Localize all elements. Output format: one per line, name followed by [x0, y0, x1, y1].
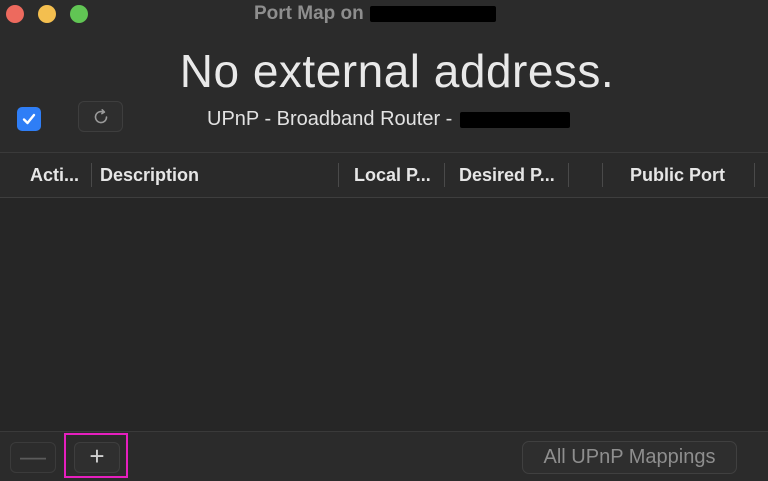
- column-separator[interactable]: [602, 163, 603, 187]
- table-body[interactable]: [0, 198, 768, 432]
- zoom-window-button[interactable]: [70, 5, 88, 23]
- table-header: Acti... Description Local P... Desired P…: [0, 153, 768, 198]
- column-separator[interactable]: [444, 163, 445, 187]
- external-address-heading: No external address.: [179, 45, 615, 97]
- window-title-text: Port Map on: [254, 3, 364, 24]
- remove-mapping-button[interactable]: —: [10, 442, 56, 473]
- redacted-router-name: [460, 111, 571, 128]
- all-upnp-mappings-button[interactable]: All UPnP Mappings: [522, 441, 737, 474]
- add-mapping-button[interactable]: +: [74, 442, 120, 473]
- column-header-description[interactable]: Description: [100, 165, 199, 186]
- refresh-icon: [94, 108, 107, 123]
- close-window-button[interactable]: [6, 5, 24, 23]
- column-separator[interactable]: [338, 163, 339, 187]
- port-mapping-table: Acti... Description Local P... Desired P…: [0, 152, 768, 432]
- minimize-window-button[interactable]: [38, 5, 56, 23]
- column-separator[interactable]: [754, 163, 755, 187]
- column-header-desired-port[interactable]: Desired P...: [459, 165, 555, 186]
- router-label: UPnP - Broadband Router -: [207, 108, 571, 131]
- column-header-local-port[interactable]: Local P...: [354, 165, 431, 186]
- window-title: Port Map on: [254, 3, 496, 25]
- checkmark-icon: [22, 113, 36, 125]
- refresh-button[interactable]: [78, 101, 123, 132]
- redacted-hostname: [369, 5, 496, 22]
- router-label-text: UPnP - Broadband Router -: [207, 108, 453, 130]
- enable-checkbox[interactable]: [17, 107, 41, 131]
- column-header-active[interactable]: Acti...: [30, 165, 79, 186]
- bottom-toolbar: — + All UPnP Mappings: [0, 431, 768, 481]
- column-header-public-port[interactable]: Public Port: [630, 165, 725, 186]
- column-separator[interactable]: [568, 163, 569, 187]
- column-separator[interactable]: [91, 163, 92, 187]
- port-map-window: Port Map on No external address. UPnP - …: [0, 0, 768, 481]
- title-bar: Port Map on: [0, 0, 768, 30]
